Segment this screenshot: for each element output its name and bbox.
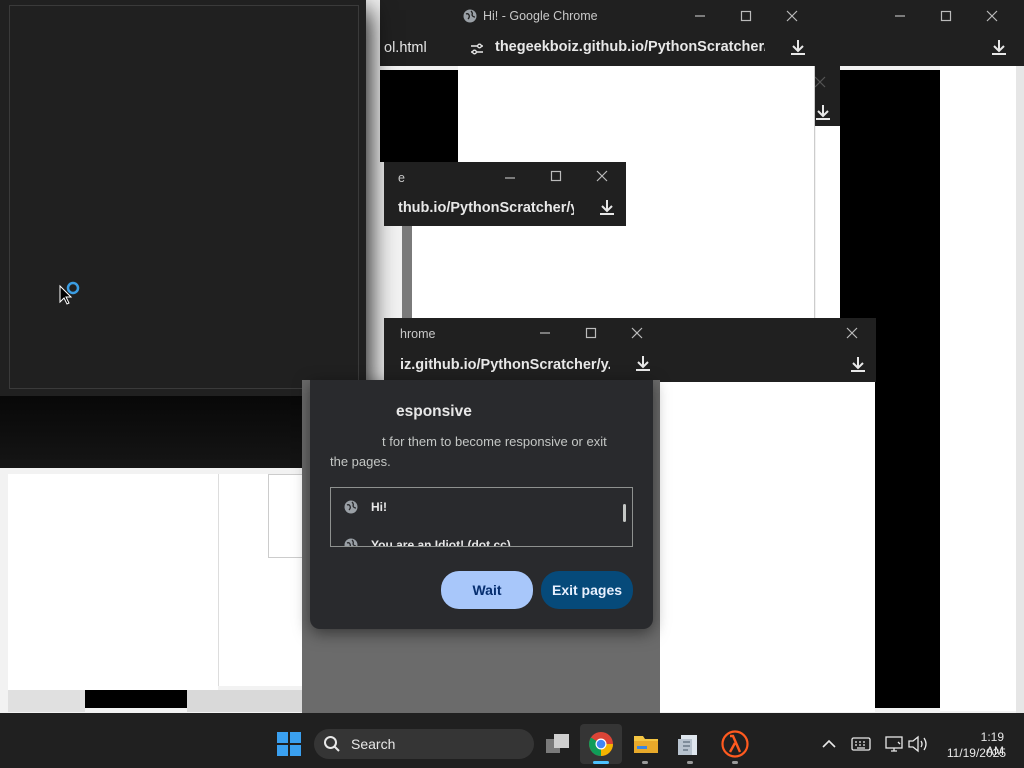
network-icon[interactable] <box>884 735 904 753</box>
mid-minimize-icon[interactable] <box>498 166 522 190</box>
mid-page-edge <box>402 226 412 320</box>
half-life-indicator <box>732 761 738 764</box>
notepad-indicator <box>687 761 693 764</box>
site-settings-icon[interactable] <box>469 41 483 55</box>
back-window-url-fragment: ol.html <box>384 40 427 56</box>
mid-maximize-icon[interactable] <box>544 164 568 188</box>
chrome-icon <box>588 731 614 757</box>
globe-icon <box>344 500 358 514</box>
list-item: Hi! <box>331 498 611 518</box>
dialog-title: esponsive <box>396 403 472 420</box>
keyboard-icon[interactable] <box>851 736 871 752</box>
chrome-active-indicator <box>593 761 609 764</box>
front-chrome-window: Hi! - Google Chrome thegeekboiz.github.i… <box>458 0 816 66</box>
address-bar[interactable]: thegeekboiz.github.io/PythonScratcher/y.… <box>495 39 765 55</box>
half-life-icon[interactable] <box>721 730 749 758</box>
mid-close-icon[interactable] <box>590 164 614 188</box>
clock-date[interactable]: 11/19/2025 <box>940 746 1006 760</box>
behind-window-strip-white <box>816 126 840 318</box>
globe-icon <box>344 538 358 546</box>
bottom-grey-strip <box>8 690 85 712</box>
file-explorer-icon[interactable] <box>633 733 659 755</box>
list-scrollbar[interactable] <box>623 504 626 522</box>
list-item-label: Hi! <box>371 500 387 514</box>
right-chrome-page <box>660 382 875 712</box>
left-window-inner-border <box>9 5 359 389</box>
unresponsive-dialog: esponsive t for them to become responsiv… <box>310 380 653 629</box>
back-minimize-icon[interactable] <box>888 4 912 28</box>
right-white-window <box>940 66 1016 711</box>
mid-chrome-window: e thub.io/PythonScratcher/y... <box>384 162 626 226</box>
search-icon <box>323 735 341 753</box>
mid-download-icon[interactable] <box>596 197 618 219</box>
bottom-grey-strip-2 <box>187 690 307 712</box>
minimize-icon[interactable] <box>688 4 712 28</box>
back-download-icon[interactable] <box>988 37 1010 59</box>
chevron-up-icon[interactable] <box>821 737 837 751</box>
behind-download-icon[interactable] <box>812 102 834 124</box>
lower-chrome-window: hrome iz.github.io/PythonScratcher/y... <box>384 318 660 380</box>
download-icon[interactable] <box>787 37 809 59</box>
lower-maximize-icon[interactable] <box>579 321 603 345</box>
bottom-left-window <box>8 474 218 690</box>
file-explorer-indicator <box>642 761 648 764</box>
busy-cursor-icon <box>58 280 84 306</box>
globe-icon <box>463 9 477 23</box>
back-maximize-icon[interactable] <box>934 4 958 28</box>
close-icon[interactable] <box>780 4 804 28</box>
maximize-icon[interactable] <box>734 4 758 28</box>
lower-window-title: hrome <box>400 327 436 341</box>
mid-window-title: e <box>398 171 405 185</box>
window-title: Hi! - Google Chrome <box>483 9 598 23</box>
lower-download-icon[interactable] <box>632 353 654 375</box>
search-box[interactable]: Search <box>314 729 534 759</box>
taskbar: Search 1:19 AM 11/19/2025 <box>0 713 1024 768</box>
right-grey-edge <box>1016 66 1024 713</box>
right-close-icon[interactable] <box>840 321 864 345</box>
right-download-icon[interactable] <box>847 354 869 376</box>
search-label: Search <box>351 736 396 752</box>
wait-button[interactable]: Wait <box>441 571 533 609</box>
volume-icon[interactable] <box>907 735 929 753</box>
list-item-label: You are an Idiot! (dot cc) <box>371 538 511 547</box>
exit-pages-button[interactable]: Exit pages <box>541 571 633 609</box>
left-dark-window <box>0 0 366 396</box>
page-list[interactable]: Hi! You are an Idiot! (dot cc) <box>330 487 633 547</box>
back-close-icon[interactable] <box>980 4 1004 28</box>
list-item: You are an Idiot! (dot cc) <box>331 536 611 547</box>
dialog-body-line1: t for them to become responsive or exit <box>382 434 607 449</box>
mid-address-bar[interactable]: thub.io/PythonScratcher/y... <box>398 200 574 216</box>
mid-chrome-page <box>412 226 625 320</box>
dialog-body-line2: the pages. <box>330 454 391 469</box>
chrome-taskbar-button[interactable] <box>580 724 622 764</box>
bottom-black-strip <box>85 690 187 708</box>
lower-close-icon[interactable] <box>625 321 649 345</box>
lower-address-bar[interactable]: iz.github.io/PythonScratcher/y... <box>400 357 610 373</box>
notepad-icon[interactable] <box>678 731 700 757</box>
black-panel-behind <box>380 70 460 162</box>
right-chrome-window <box>660 318 876 382</box>
start-button[interactable] <box>277 732 301 756</box>
lower-minimize-icon[interactable] <box>533 321 557 345</box>
task-view-icon[interactable] <box>546 733 570 755</box>
